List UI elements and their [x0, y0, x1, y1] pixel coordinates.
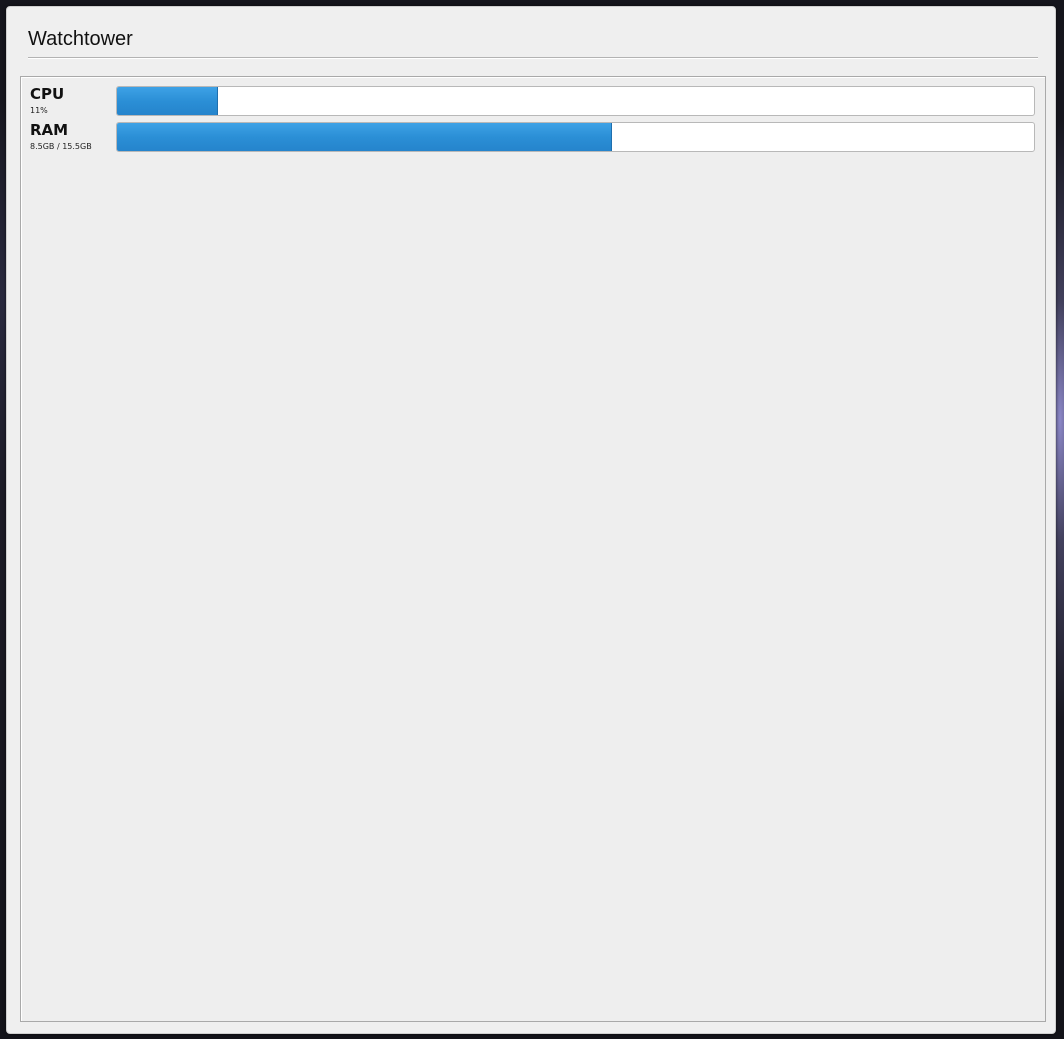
cpu-progress-bar	[116, 86, 1035, 116]
ram-progress-bar	[116, 122, 1035, 152]
watchtower-window: Watchtower CPU 11% RAM 8.5GB / 15.5GB	[6, 6, 1056, 1034]
cpu-label: CPU	[30, 85, 65, 103]
cpu-progress-fill	[117, 87, 218, 115]
ram-metric-row: RAM 8.5GB / 15.5GB	[30, 122, 1036, 152]
title-divider	[28, 57, 1038, 59]
cpu-usage-text: 11%	[30, 106, 48, 115]
ram-usage-text: 8.5GB / 15.5GB	[30, 142, 92, 151]
window-title: Watchtower	[28, 28, 133, 50]
cpu-metric-row: CPU 11%	[30, 86, 1036, 116]
ram-label: RAM	[30, 121, 69, 139]
metrics-panel: CPU 11% RAM 8.5GB / 15.5GB	[20, 76, 1046, 1022]
ram-progress-fill	[117, 123, 613, 151]
